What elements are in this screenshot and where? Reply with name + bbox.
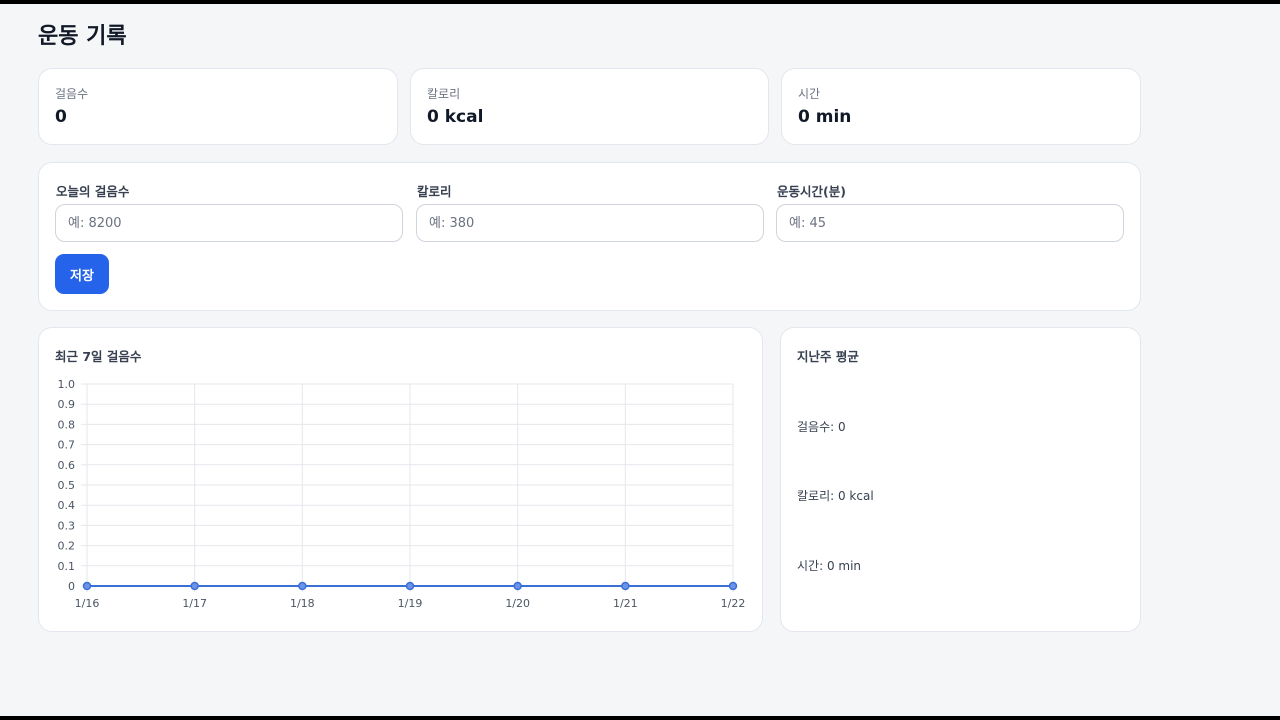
duration-field-label: 운동시간(분) xyxy=(777,184,846,199)
weekly-average-time: 시간: 0 min xyxy=(797,559,862,573)
y-tick-label: 0.7 xyxy=(58,439,76,452)
stat-card-time: 시간 0 min xyxy=(781,68,1141,145)
y-tick-label: 0.5 xyxy=(58,479,76,492)
data-point xyxy=(298,581,307,591)
y-tick-label: 0.6 xyxy=(58,459,76,472)
calories-field-label: 칼로리 xyxy=(417,184,452,199)
entry-form-card: 오늘의 걸음수 칼로리 운동시간(분) 저장 xyxy=(38,162,1141,311)
weekly-average-title: 지난주 평균 xyxy=(797,349,859,364)
window-bottom-border xyxy=(0,716,1280,720)
data-point xyxy=(513,581,522,591)
y-tick-label: 0.4 xyxy=(58,499,76,512)
stat-time-label: 시간 xyxy=(798,87,821,101)
stat-calories-label: 칼로리 xyxy=(427,87,461,101)
stat-steps-label: 걸음수 xyxy=(55,87,89,101)
window-top-border xyxy=(0,0,1280,4)
duration-input[interactable] xyxy=(776,204,1124,242)
data-point xyxy=(621,581,630,591)
data-point xyxy=(728,581,738,591)
x-tick-label: 1/19 xyxy=(398,597,423,610)
y-tick-label: 0.1 xyxy=(58,560,76,573)
steps-line-chart: 0 0.1 0.2 0.3 0.4 0.5 0.6 0.7 0.8 0.9 1.0 1/16 1/17 1… xyxy=(58,378,746,610)
stat-time-value: 0 min xyxy=(798,107,852,127)
x-tick-label: 1/18 xyxy=(290,597,315,610)
y-tick-label: 0.2 xyxy=(58,540,76,553)
y-tick-label: 0.8 xyxy=(58,418,76,431)
data-point xyxy=(405,581,415,591)
stat-card-calories: 칼로리 0 kcal xyxy=(410,68,769,145)
stat-card-steps: 걸음수 0 xyxy=(38,68,398,145)
steps-field-label: 오늘의 걸음수 xyxy=(56,184,130,199)
stat-steps-value: 0 xyxy=(55,107,67,127)
data-point xyxy=(82,581,92,591)
x-tick-label: 1/20 xyxy=(505,597,530,610)
steps-input[interactable] xyxy=(55,204,403,242)
chart-card: 최근 7일 걸음수 0 0.1 0.2 0.3 0.4 0.5 0.6 0.7 0.8 0.9 1.… xyxy=(38,327,763,632)
calories-input[interactable] xyxy=(416,204,764,242)
y-tick-label: 0.3 xyxy=(58,519,76,532)
x-tick-label: 1/22 xyxy=(721,597,746,610)
stat-calories-value: 0 kcal xyxy=(427,107,484,127)
x-tick-label: 1/21 xyxy=(613,597,638,610)
page-title: 운동 기록 xyxy=(38,24,127,49)
weekly-average-steps: 걸음수: 0 xyxy=(797,420,846,434)
x-tick-label: 1/17 xyxy=(182,597,207,610)
x-tick-label: 1/16 xyxy=(75,597,100,610)
y-tick-label: 0.9 xyxy=(58,398,76,411)
data-point xyxy=(190,581,199,591)
weekly-average-card: 지난주 평균 걸음수: 0 칼로리: 0 kcal 시간: 0 min xyxy=(780,327,1141,632)
y-tick-label: 0 xyxy=(68,580,75,593)
save-button[interactable]: 저장 xyxy=(55,254,109,294)
y-tick-label: 1.0 xyxy=(58,378,76,391)
weekly-average-calories: 칼로리: 0 kcal xyxy=(797,489,874,503)
